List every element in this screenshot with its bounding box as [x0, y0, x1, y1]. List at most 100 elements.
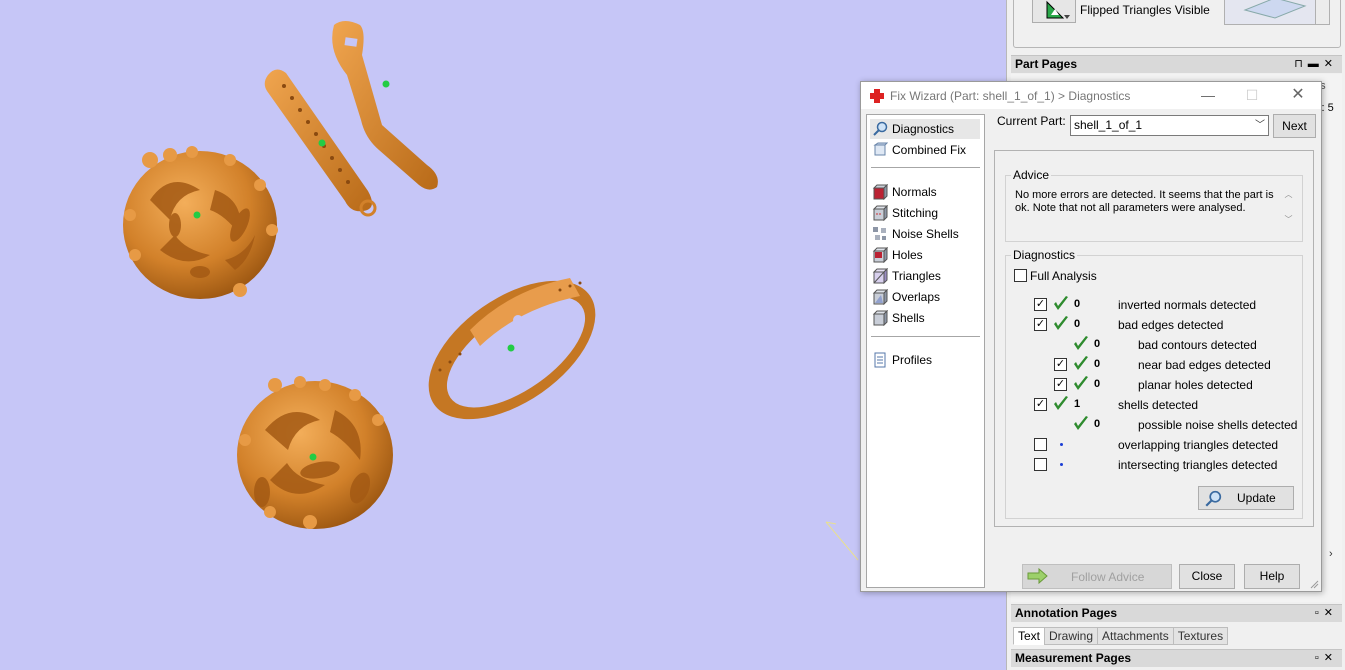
full-analysis-checkbox[interactable] — [1014, 269, 1027, 282]
current-part-select[interactable]: shell_1_of_1 ﹀ — [1070, 115, 1269, 136]
normals-icon — [872, 184, 888, 200]
panel-controls[interactable]: ▫✕ — [1315, 605, 1338, 622]
row-count: 0 — [1094, 378, 1101, 390]
nav-item-shells[interactable]: Shells — [870, 308, 980, 328]
row-label: bad contours detected — [1138, 338, 1257, 352]
row-checkbox[interactable]: ✓ — [1034, 298, 1047, 311]
tab-text[interactable]: Text — [1013, 627, 1046, 645]
arrow-right-icon — [1027, 568, 1048, 584]
ring-model[interactable] — [404, 253, 619, 447]
row-checkbox[interactable]: ✓ — [1034, 318, 1047, 331]
chevron-right-icon[interactable]: › — [1329, 548, 1333, 560]
cube-preview-icon — [1243, 0, 1307, 19]
measurement-pages-title: Measurement Pages — [1015, 651, 1132, 665]
nav-item-label: Triangles — [892, 269, 941, 283]
nav-item-triangles[interactable]: Triangles — [870, 266, 980, 286]
maximize-button[interactable]: ☐ — [1241, 85, 1263, 105]
noise-shells-icon — [873, 227, 886, 240]
advice-scrollbar[interactable]: ︿ ﹀ — [1281, 189, 1296, 235]
pending-dot-icon — [1060, 443, 1063, 446]
flipped-triangles-button[interactable] — [1032, 0, 1076, 23]
row-label: overlapping triangles detected — [1118, 438, 1279, 452]
next-button[interactable]: Next — [1273, 114, 1316, 138]
pendant-ball-model-1[interactable] — [123, 146, 278, 299]
row-count: 0 — [1074, 318, 1081, 330]
row-checkbox[interactable]: ✓ — [1034, 398, 1047, 411]
row-count: 0 — [1094, 418, 1101, 430]
triangles-icon — [872, 268, 888, 284]
row-checkbox[interactable]: ✓ — [1054, 358, 1067, 371]
close-window-button[interactable]: ✕ — [1287, 85, 1309, 105]
row-label: bad edges detected — [1118, 318, 1224, 332]
magnifier-icon — [873, 121, 888, 136]
view-preview[interactable] — [1224, 0, 1316, 25]
chevron-down-icon: ﹀ — [1255, 120, 1265, 131]
row-checkbox[interactable]: ✓ — [1054, 378, 1067, 391]
part-pages-header: Part Pages ⊓▬✕ — [1011, 55, 1342, 73]
nav-item-normals[interactable]: Normals — [870, 182, 980, 202]
dialog-titlebar[interactable]: Fix Wizard (Part: shell_1_of_1) > Diagno… — [861, 82, 1321, 109]
fix-wizard-dialog: Fix Wizard (Part: shell_1_of_1) > Diagno… — [860, 81, 1322, 592]
diagnostics-panel: Advice No more errors are detected. It s… — [994, 150, 1314, 527]
minimize-button[interactable]: — — [1197, 85, 1219, 105]
scroll-down-icon[interactable]: ﹀ — [1281, 214, 1296, 225]
follow-advice-button[interactable]: Follow Advice — [1022, 564, 1172, 589]
combined-fix-icon — [873, 142, 888, 156]
nav-item-diagnostics[interactable]: Diagnostics — [870, 119, 980, 139]
panel-controls[interactable]: ⊓▬✕ — [1294, 56, 1338, 73]
wizard-nav: Diagnostics Combined Fix Normals Stitchi… — [866, 114, 985, 588]
flipped-triangles-label: Flipped Triangles Visible — [1080, 3, 1210, 17]
row-label: inverted normals detected — [1118, 298, 1257, 312]
flipped-triangle-icon — [1046, 0, 1070, 19]
check-icon — [1054, 396, 1068, 410]
nav-divider — [871, 336, 980, 337]
row-label: planar holes detected — [1138, 378, 1253, 392]
annotation-pages-header: Annotation Pages ▫✕ — [1011, 604, 1342, 622]
nav-item-overlaps[interactable]: Overlaps — [870, 287, 980, 307]
scroll-up-icon[interactable]: ︿ — [1281, 189, 1296, 200]
current-part-label: Current Part: — [997, 114, 1066, 128]
tab-drawing[interactable]: Drawing — [1044, 627, 1099, 645]
advice-title: Advice — [1011, 168, 1052, 182]
part-pages-title: Part Pages — [1015, 57, 1078, 71]
magnifier-icon — [1205, 490, 1222, 507]
stitching-icon — [872, 205, 888, 221]
nav-item-noise-shells[interactable]: Noise Shells — [870, 224, 980, 244]
nav-divider — [871, 167, 980, 168]
nav-item-profiles[interactable]: Profiles — [870, 350, 980, 370]
close-button[interactable]: Close — [1179, 564, 1235, 589]
help-button[interactable]: Help — [1244, 564, 1300, 589]
resize-grip-icon[interactable] — [1309, 579, 1319, 589]
nav-item-holes[interactable]: Holes — [870, 245, 980, 265]
nav-item-label: Combined Fix — [892, 143, 967, 157]
check-icon — [1074, 376, 1088, 390]
shells-icon — [872, 310, 888, 326]
measurement-pages-header: Measurement Pages ▫✕ — [1011, 649, 1342, 667]
nav-item-combined-fix[interactable]: Combined Fix — [870, 140, 980, 160]
row-label: intersecting triangles detected — [1118, 458, 1278, 472]
current-part-value: shell_1_of_1 — [1074, 118, 1143, 132]
preview-scroll[interactable] — [1315, 0, 1330, 25]
diagnostics-title: Diagnostics — [1011, 248, 1078, 262]
row-label: possible noise shells detected — [1138, 418, 1298, 432]
3d-viewport[interactable] — [0, 0, 1006, 670]
row-label: shells detected — [1118, 398, 1199, 412]
row-checkbox[interactable] — [1034, 438, 1047, 451]
nav-item-label: Overlaps — [892, 290, 941, 304]
panel-controls[interactable]: ▫✕ — [1315, 650, 1338, 667]
tab-attachments[interactable]: Attachments — [1097, 627, 1174, 645]
row-checkbox[interactable] — [1034, 458, 1047, 471]
nav-item-label: Noise Shells — [892, 227, 959, 241]
row-count: 1 — [1074, 398, 1081, 410]
tab-textures[interactable]: Textures — [1172, 627, 1229, 645]
advice-text: No more errors are detected. It seems th… — [1015, 189, 1274, 214]
nav-item-stitching[interactable]: Stitching — [870, 203, 980, 223]
display-options-group: Flipped Triangles Visible — [1013, 0, 1341, 48]
update-label: Update — [1237, 491, 1276, 505]
pendant-ball-model-2[interactable] — [237, 376, 393, 529]
red-cross-icon — [870, 89, 884, 103]
follow-advice-label: Follow Advice — [1071, 570, 1145, 584]
row-label: near bad edges detected — [1138, 358, 1271, 372]
update-button[interactable]: Update — [1198, 486, 1294, 510]
nav-item-label: Diagnostics — [892, 122, 955, 136]
